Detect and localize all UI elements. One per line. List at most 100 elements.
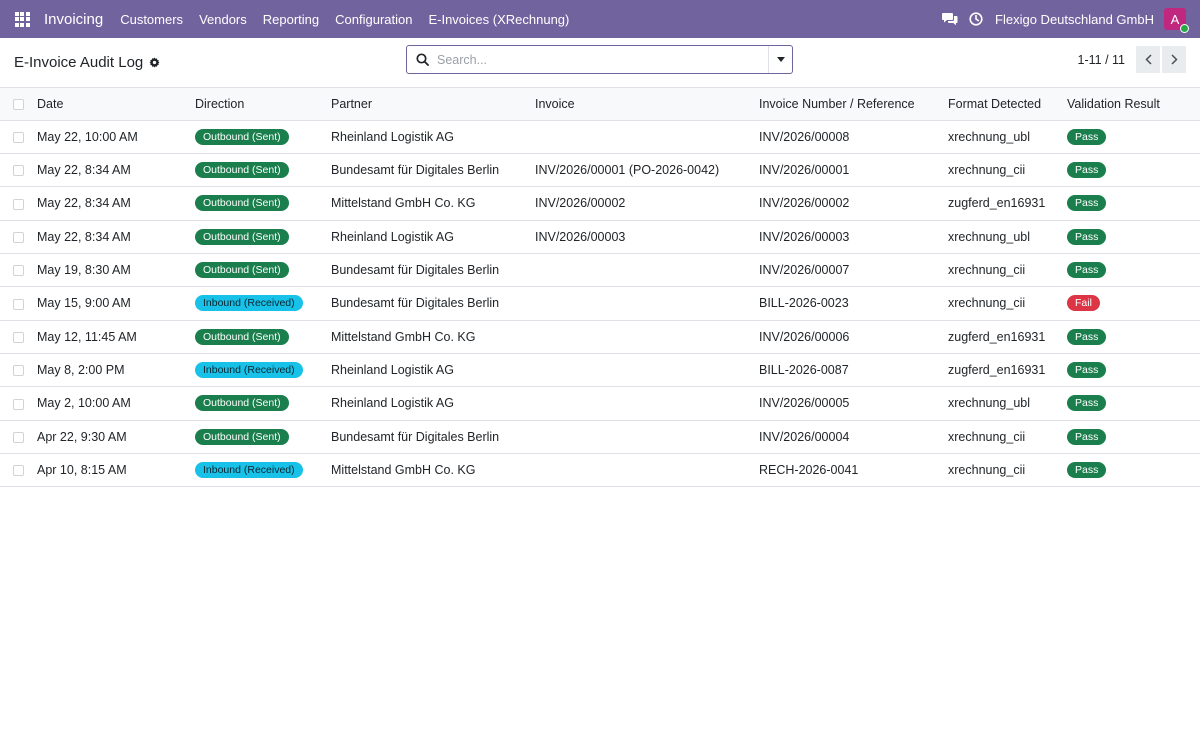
- table-row[interactable]: May 22, 8:34 AM Outbound (Sent) Mittelstan…: [0, 186, 1200, 221]
- pager-value[interactable]: 1-11 / 11: [1078, 53, 1126, 67]
- cell-direction: Outbound (Sent): [195, 386, 331, 421]
- select-all-checkbox[interactable]: [13, 98, 24, 110]
- row-checkbox[interactable]: [13, 298, 24, 310]
- row-checkbox[interactable]: [13, 431, 24, 443]
- cell-format: xrechnung_ubl: [948, 386, 1067, 421]
- cell-direction: Inbound (Received): [195, 286, 331, 321]
- row-checkbox[interactable]: [13, 465, 24, 477]
- header-format[interactable]: Format Detected: [948, 88, 1067, 121]
- cell-date: Apr 10, 8:15 AM: [37, 453, 195, 488]
- gear-icon[interactable]: [149, 57, 160, 68]
- cell-direction: Outbound (Sent): [195, 153, 331, 188]
- cell-reference: BILL-2026-0087: [759, 353, 948, 388]
- row-checkbox[interactable]: [13, 131, 24, 143]
- row-checkbox-cell: [0, 320, 37, 354]
- cell-invoice: [535, 420, 759, 454]
- menu-configuration[interactable]: Configuration: [335, 12, 412, 27]
- cell-validation: Pass: [1067, 353, 1200, 388]
- row-checkbox-cell: [0, 286, 37, 321]
- cell-reference: INV/2026/00001: [759, 153, 948, 188]
- row-checkbox[interactable]: [13, 231, 24, 243]
- cell-date: Apr 22, 9:30 AM: [37, 420, 195, 454]
- presence-status-icon: [1180, 24, 1189, 33]
- pager-next-button[interactable]: [1162, 46, 1186, 73]
- direction-badge: Outbound (Sent): [195, 262, 289, 279]
- direction-badge: Outbound (Sent): [195, 195, 289, 212]
- row-checkbox[interactable]: [13, 398, 24, 410]
- menu-e-invoices[interactable]: E-Invoices (XRechnung): [428, 12, 569, 27]
- row-checkbox[interactable]: [13, 198, 24, 210]
- avatar[interactable]: A: [1164, 8, 1189, 33]
- table-row[interactable]: May 15, 9:00 AM Inbound (Received) Bundesa…: [0, 286, 1200, 321]
- direction-badge: Outbound (Sent): [195, 228, 289, 245]
- cell-direction: Inbound (Received): [195, 353, 331, 388]
- cell-validation: Pass: [1067, 186, 1200, 221]
- cell-direction: Outbound (Sent): [195, 220, 331, 254]
- header-reference[interactable]: Invoice Number / Reference: [759, 88, 948, 121]
- cell-reference: INV/2026/00003: [759, 220, 948, 254]
- row-checkbox[interactable]: [13, 265, 24, 277]
- cell-date: May 22, 8:34 AM: [37, 220, 195, 254]
- cell-validation: Pass: [1067, 120, 1200, 154]
- table-row[interactable]: May 12, 11:45 AM Outbound (Sent) Mittelsta…: [0, 320, 1200, 354]
- cell-validation: Pass: [1067, 220, 1200, 254]
- row-checkbox[interactable]: [13, 365, 24, 377]
- cell-date: May 8, 2:00 PM: [37, 353, 195, 388]
- clock-icon[interactable]: [963, 0, 989, 38]
- cell-invoice: [535, 353, 759, 388]
- search-options-toggle[interactable]: [768, 46, 792, 73]
- app-brand[interactable]: Invoicing: [44, 11, 103, 28]
- header-direction[interactable]: Direction: [195, 88, 331, 121]
- apps-grid-icon[interactable]: [0, 0, 44, 38]
- header-partner[interactable]: Partner: [331, 88, 535, 121]
- row-checkbox[interactable]: [13, 331, 24, 343]
- chat-icon[interactable]: [937, 0, 963, 38]
- row-checkbox-cell: [0, 386, 37, 421]
- table-row[interactable]: May 22, 8:34 AM Outbound (Sent) Rheinland …: [0, 220, 1200, 254]
- cell-direction: Outbound (Sent): [195, 420, 331, 454]
- row-checkbox-cell: [0, 153, 37, 188]
- cell-format: xrechnung_cii: [948, 253, 1067, 288]
- page-title: E-Invoice Audit Log: [14, 54, 144, 71]
- validation-badge: Pass: [1067, 328, 1107, 345]
- cell-format: zugferd_en16931: [948, 353, 1067, 388]
- caret-down-icon: [776, 57, 785, 62]
- top-navbar: Invoicing Customers Vendors Reporting Co…: [0, 0, 1200, 38]
- table-row[interactable]: May 22, 10:00 AM Outbound (Sent) Rheinland…: [0, 120, 1200, 154]
- table-row[interactable]: May 2, 10:00 AM Outbound (Sent) Rheinland …: [0, 386, 1200, 421]
- search-icon: [407, 53, 437, 66]
- row-checkbox[interactable]: [13, 165, 24, 177]
- company-switcher[interactable]: Flexigo Deutschland GmbH: [995, 12, 1154, 27]
- cell-format: xrechnung_ubl: [948, 220, 1067, 254]
- validation-badge: Pass: [1067, 462, 1107, 479]
- cell-invoice: [535, 253, 759, 288]
- menu-vendors[interactable]: Vendors: [199, 12, 247, 27]
- cell-partner: Mittelstand GmbH Co. KG: [331, 320, 535, 354]
- table-row[interactable]: May 8, 2:00 PM Inbound (Received) Rheinlan…: [0, 353, 1200, 388]
- menu-customers[interactable]: Customers: [120, 12, 183, 27]
- table-row[interactable]: Apr 22, 9:30 AM Outbound (Sent) Bundesamt …: [0, 420, 1200, 454]
- table-row[interactable]: May 22, 8:34 AM Outbound (Sent) Bundesamt …: [0, 153, 1200, 188]
- table-row[interactable]: May 19, 8:30 AM Outbound (Sent) Bundesamt …: [0, 253, 1200, 288]
- cell-direction: Outbound (Sent): [195, 120, 331, 154]
- cell-partner: Bundesamt für Digitales Berlin: [331, 420, 535, 454]
- cell-format: zugferd_en16931: [948, 186, 1067, 221]
- validation-badge: Pass: [1067, 228, 1107, 245]
- direction-badge: Outbound (Sent): [195, 328, 289, 345]
- table-row[interactable]: Apr 10, 8:15 AM Inbound (Received) Mittels…: [0, 453, 1200, 488]
- search-input[interactable]: [437, 46, 768, 73]
- search-bar: [406, 45, 793, 74]
- pager-previous-button[interactable]: [1136, 46, 1160, 73]
- header-validation[interactable]: Validation Result: [1067, 88, 1200, 121]
- header-invoice[interactable]: Invoice: [535, 88, 759, 121]
- header-date[interactable]: Date: [37, 88, 195, 121]
- cell-reference: INV/2026/00008: [759, 120, 948, 154]
- cell-date: May 12, 11:45 AM: [37, 320, 195, 354]
- cell-invoice: INV/2026/00001 (PO-2026-0042): [535, 153, 759, 188]
- cell-date: May 2, 10:00 AM: [37, 386, 195, 421]
- cell-invoice: [535, 453, 759, 488]
- cell-date: May 19, 8:30 AM: [37, 253, 195, 288]
- cell-format: xrechnung_ubl: [948, 120, 1067, 154]
- menu-reporting[interactable]: Reporting: [263, 12, 319, 27]
- avatar-letter: A: [1170, 11, 1180, 27]
